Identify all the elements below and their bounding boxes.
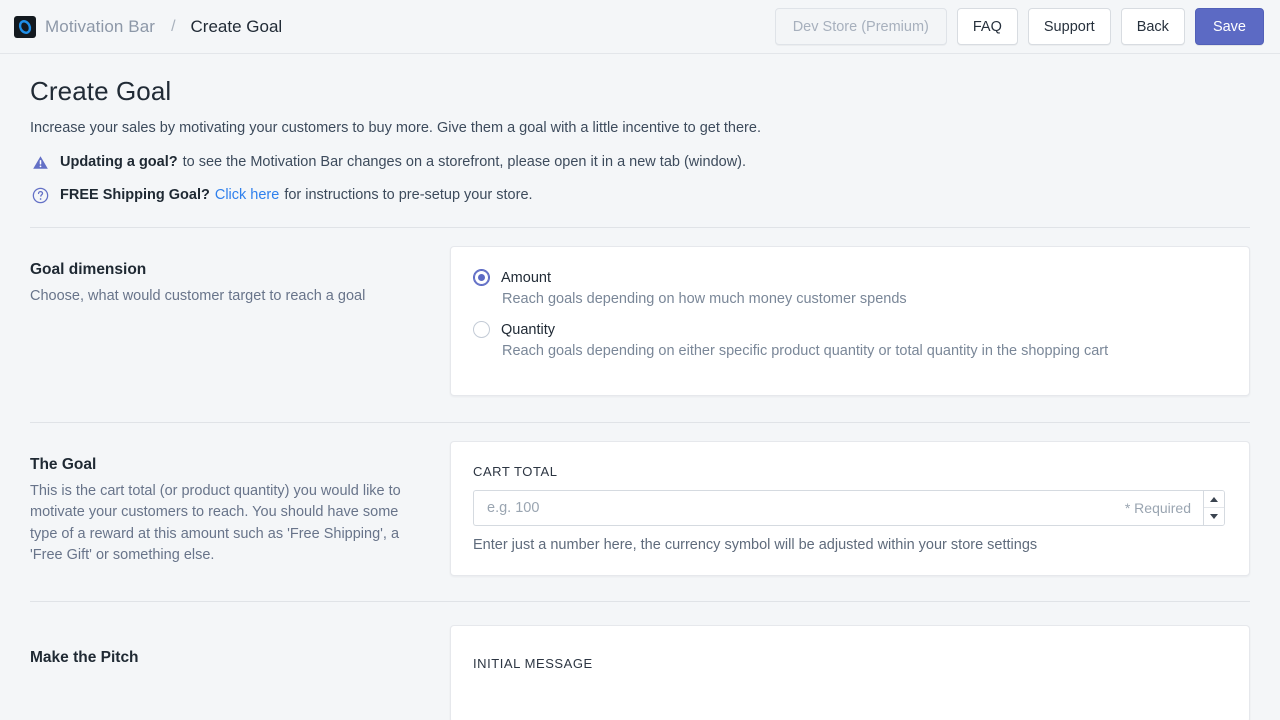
faq-button[interactable]: FAQ [956, 8, 1018, 45]
section-the-goal: The Goal This is the cart total (or prod… [30, 423, 1250, 576]
cart-total-stepper[interactable] [1203, 490, 1225, 526]
save-button[interactable]: Save [1194, 8, 1264, 45]
section-the-goal-info: The Goal This is the cart total (or prod… [30, 441, 450, 566]
section-goal-dimension-desc: Choose, what would customer target to re… [30, 288, 366, 304]
question-circle-icon [30, 185, 50, 205]
radio-option-quantity[interactable]: Quantity [473, 321, 1225, 338]
notice-free-shipping-body: for instructions to pre-setup your store… [284, 187, 533, 203]
radio-quantity-help: Reach goals depending on either specific… [502, 343, 1109, 359]
breadcrumb: Motivation Bar / Create Goal [14, 15, 283, 38]
section-the-goal-title: The Goal [30, 456, 97, 473]
brand-name[interactable]: Motivation Bar [45, 17, 155, 37]
notice-free-shipping: FREE Shipping Goal? Click here for instruc… [30, 186, 1250, 205]
cart-total-required-note: * Required [1124, 500, 1191, 516]
notice-updating-goal-body: to see the Motivation Bar changes on a s… [182, 154, 747, 170]
cart-total-input[interactable] [487, 500, 1115, 516]
notice-updating-goal: Updating a goal? to see the Motivation Ba… [30, 153, 1250, 172]
radio-amount-help: Reach goals depending on how much money … [502, 291, 907, 307]
caret-down-icon[interactable] [1204, 508, 1224, 525]
back-button[interactable]: Back [1120, 8, 1185, 45]
section-the-goal-desc: This is the cart total (or product quant… [30, 483, 401, 563]
notice-updating-goal-strong: Updating a goal? [60, 154, 178, 170]
warning-triangle-icon [30, 152, 50, 172]
section-goal-dimension-info: Goal dimension Choose, what would custom… [30, 246, 450, 307]
notice-free-shipping-text: FREE Shipping Goal? Click here for instruc… [60, 186, 533, 204]
motivation-bar-logo-icon [14, 15, 36, 38]
radio-option-amount[interactable]: Amount [473, 269, 1225, 286]
support-button[interactable]: Support [1027, 8, 1111, 45]
page-content: Create Goal Increase your sales by motiv… [0, 54, 1280, 720]
breadcrumb-separator: / [171, 17, 176, 35]
click-here-link[interactable]: Click here [215, 187, 279, 203]
section-make-the-pitch: Make the Pitch INITIAL MESSAGE [30, 602, 1250, 720]
section-goal-dimension: Goal dimension Choose, what would custom… [30, 228, 1250, 396]
cart-total-field: * Required [473, 490, 1225, 526]
top-bar-actions: Dev Store (Premium) FAQ Support Back Sav… [774, 0, 1264, 53]
page-title: Create Goal [30, 76, 172, 106]
cart-total-input-box[interactable]: * Required [473, 490, 1203, 526]
section-make-the-pitch-title: Make the Pitch [30, 649, 139, 666]
the-goal-card: CART TOTAL * Required Enter just a numbe… [450, 441, 1250, 576]
initial-message-label: INITIAL MESSAGE [473, 656, 593, 671]
cart-total-label: CART TOTAL [473, 464, 558, 479]
breadcrumb-current-page: Create Goal [190, 16, 283, 36]
cart-total-help: Enter just a number here, the currency s… [473, 537, 1038, 553]
page-header: Create Goal Increase your sales by motiv… [30, 54, 1250, 205]
radio-quantity-indicator[interactable] [473, 321, 490, 338]
make-the-pitch-card: INITIAL MESSAGE [450, 625, 1250, 720]
notice-updating-goal-text: Updating a goal? to see the Motivation Ba… [60, 153, 746, 171]
notice-free-shipping-strong: FREE Shipping Goal? [60, 187, 210, 203]
page-subtitle: Increase your sales by motivating your c… [30, 120, 761, 136]
radio-amount-label[interactable]: Amount [501, 270, 551, 286]
radio-amount-indicator[interactable] [473, 269, 490, 286]
store-selector-button[interactable]: Dev Store (Premium) [774, 8, 947, 45]
top-bar: Motivation Bar / Create Goal Dev Store (… [0, 0, 1280, 54]
caret-up-icon[interactable] [1204, 491, 1224, 508]
section-make-the-pitch-info: Make the Pitch [30, 625, 450, 674]
goal-dimension-card: Amount Reach goals depending on how much… [450, 246, 1250, 396]
radio-quantity-label[interactable]: Quantity [501, 322, 555, 338]
section-goal-dimension-title: Goal dimension [30, 261, 147, 278]
